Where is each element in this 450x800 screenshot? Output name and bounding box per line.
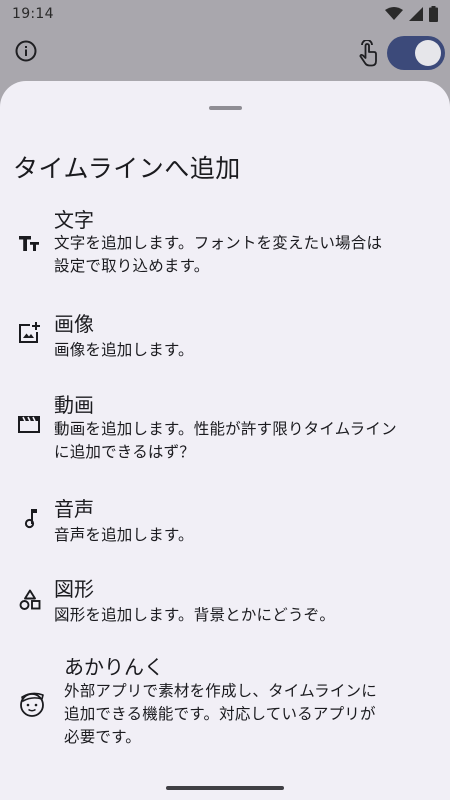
list-item-image[interactable]: 画像 画像を追加します。: [0, 306, 450, 364]
list-item-audio[interactable]: 音声 音声を追加します。: [0, 491, 450, 549]
item-description-line: 音声を追加します。: [54, 526, 194, 544]
shapes-icon: [18, 588, 42, 612]
info-button[interactable]: [12, 39, 40, 67]
item-title: 動画: [54, 393, 94, 417]
music-note-icon: [19, 506, 43, 530]
gesture-nav-bar[interactable]: [166, 786, 284, 790]
item-title: 音声: [54, 497, 94, 521]
app-bar: [0, 28, 450, 80]
toggle-switch[interactable]: [387, 36, 445, 70]
info-icon: [14, 39, 38, 67]
item-description-line: に追加できるはず？: [54, 443, 195, 461]
wifi-icon: [385, 7, 403, 21]
status-bar: 19:14: [0, 0, 450, 28]
signal-icon: [409, 7, 423, 21]
item-description: 外部アプリで素材を作成し、タイムラインに 追加できる機能です。対応しているアプリ…: [64, 680, 439, 749]
list-item-akarink[interactable]: あかりんく 外部アプリで素材を作成し、タイムラインに 追加できる機能です。対応し…: [0, 649, 450, 759]
list-item-shape[interactable]: 図形 図形を追加します。背景とかにどうぞ。: [0, 571, 450, 629]
item-description-line: 追加できる機能です。対応しているアプリが: [64, 705, 376, 723]
item-title: 文字: [54, 208, 94, 232]
item-description-line: 外部アプリで素材を作成し、タイムラインに: [64, 682, 377, 700]
item-description-line: 必要です。: [64, 728, 141, 746]
item-description-line: 画像を追加します。: [54, 341, 194, 359]
movie-icon: [17, 412, 41, 436]
bottom-sheet: タイムラインへ追加 文字 文字を追加します。フォントを変えたい場合は 設定で取り…: [0, 81, 450, 800]
face-icon: [18, 689, 48, 719]
item-description-line: 設定で取り込めます。: [54, 257, 210, 275]
toggle-knob: [415, 40, 441, 66]
item-description: 動画を追加します。性能が許す限りタイムライン に追加できるはず？: [54, 418, 439, 464]
item-title: 画像: [54, 312, 94, 336]
status-icons: [385, 6, 438, 22]
item-description: 図形を追加します。背景とかにどうぞ。: [54, 604, 439, 627]
list-item-text[interactable]: 文字 文字を追加します。フォントを変えたい場合は 設定で取り込めます。: [0, 201, 450, 283]
status-time: 19:14: [12, 6, 54, 22]
item-title: 図形: [54, 577, 94, 601]
list-item-video[interactable]: 動画 動画を追加します。性能が許す限りタイムライン に追加できるはず？: [0, 386, 450, 468]
text-icon: [17, 231, 41, 255]
item-description: 画像を追加します。: [54, 339, 439, 362]
drag-handle[interactable]: [209, 106, 242, 110]
item-description-line: 図形を追加します。背景とかにどうぞ。: [54, 606, 336, 624]
item-description: 音声を追加します。: [54, 524, 439, 547]
item-title: あかりんく: [64, 655, 164, 679]
item-description: 文字を追加します。フォントを変えたい場合は 設定で取り込めます。: [54, 232, 439, 278]
item-description-line: 文字を追加します。フォントを変えたい場合は: [54, 234, 383, 252]
item-description-line: 動画を追加します。性能が許す限りタイムライン: [54, 420, 397, 438]
image-add-icon: [17, 321, 41, 345]
screen: 19:14 タイムラインへ追加 文字 文字を追加します。フォントを変えたい場合は…: [0, 0, 450, 800]
battery-icon: [429, 6, 438, 22]
sheet-title: タイムラインへ追加: [13, 154, 241, 183]
touch-icon[interactable]: [356, 39, 380, 68]
